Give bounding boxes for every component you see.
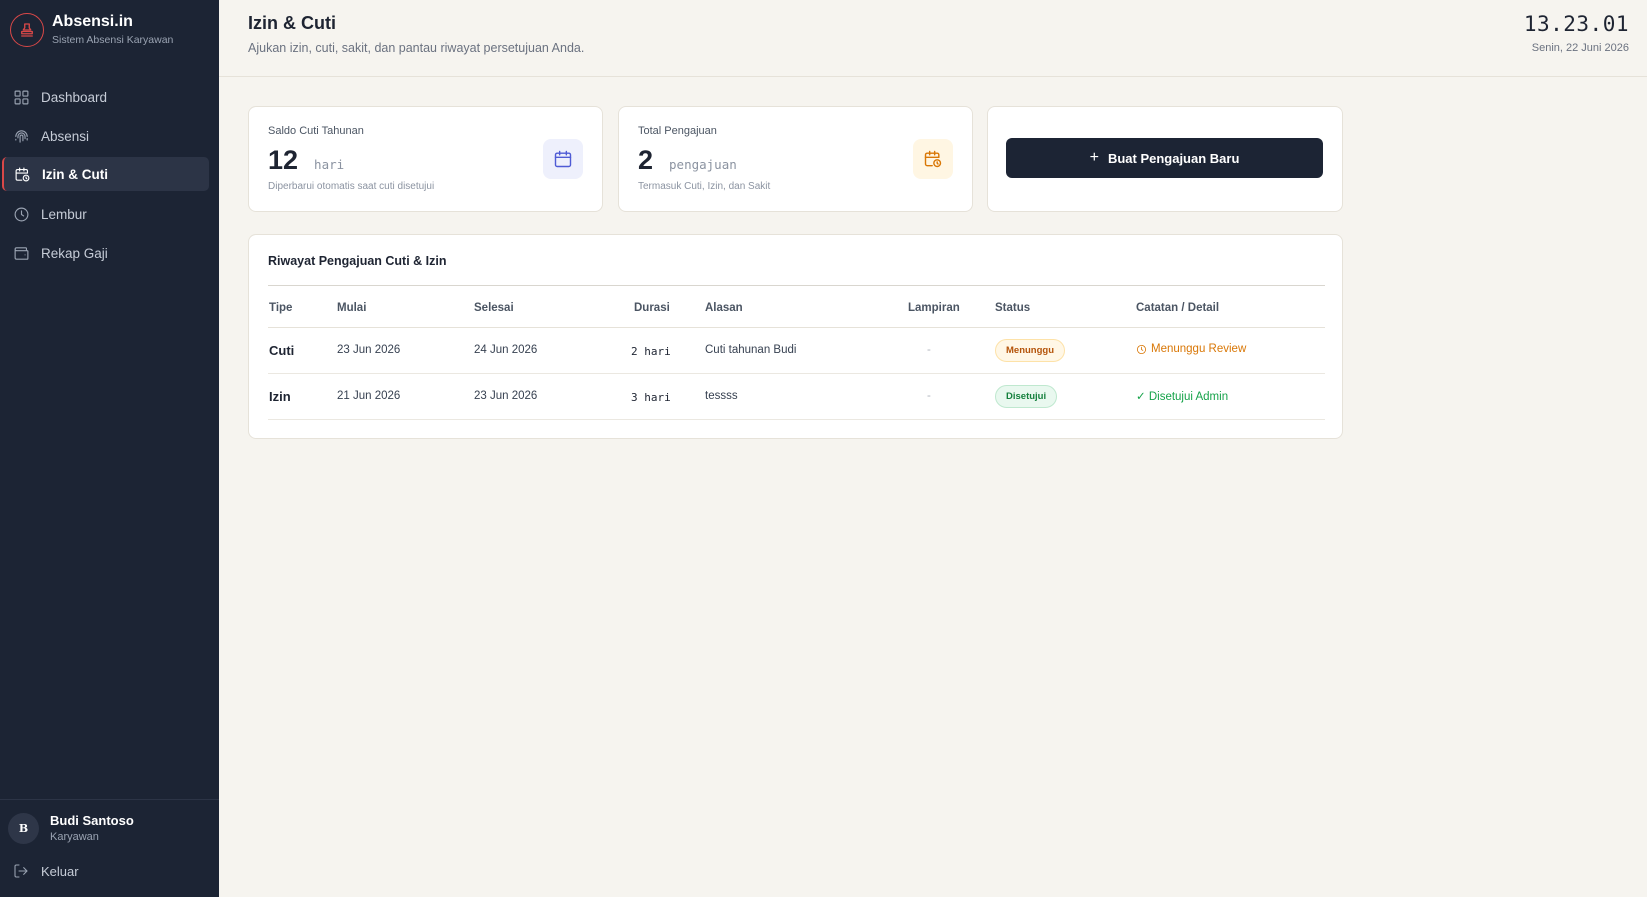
note-text: Menunggu Review: [1151, 343, 1247, 355]
sidebar-item-label: Izin & Cuti: [42, 166, 108, 182]
logout-label: Keluar: [41, 863, 79, 879]
card-note: Diperbarui otomatis saat cuti disetujui: [268, 181, 435, 192]
calendar-clock-icon: [913, 139, 953, 179]
calendar-icon: [543, 139, 583, 179]
status-badge: Menunggu: [995, 339, 1066, 362]
column-header-status: Status: [995, 302, 1031, 314]
clock: 13.23.01: [1523, 12, 1629, 36]
grid-icon: [14, 90, 29, 104]
leave-balance-value: 12: [268, 145, 299, 175]
table-row[interactable]: Izin 21 Jun 2026 23 Jun 2026 3 hari tess…: [268, 374, 1325, 420]
avatar: B: [8, 813, 39, 844]
column-header-alasan: Alasan: [705, 302, 743, 314]
cell-lampiran: -: [927, 390, 931, 402]
column-header-catatan: Catatan / Detail: [1136, 302, 1220, 314]
brand-name: Absensi.in: [52, 13, 133, 30]
brand-subtitle: Sistem Absensi Karyawan: [52, 34, 174, 46]
cell-alasan: tessss: [705, 390, 738, 402]
plus-icon: +: [1089, 149, 1099, 166]
brand[interactable]: Absensi.in Sistem Absensi Karyawan: [10, 12, 173, 47]
total-requests-card: Total Pengajuan 2 pengajuan Termasuk Cut…: [618, 106, 973, 212]
card-label: Saldo Cuti Tahunan: [268, 125, 364, 137]
new-request-button[interactable]: + Buat Pengajuan Baru: [1006, 138, 1323, 178]
cell-mulai: 21 Jun 2026: [337, 390, 401, 402]
sidebar-item-lembur[interactable]: Lembur: [2, 197, 209, 231]
sidebar-item-absensi[interactable]: Absensi: [2, 119, 209, 153]
clock-icon: [14, 207, 29, 221]
status-badge: Disetujui: [995, 385, 1058, 408]
card-note: Termasuk Cuti, Izin, dan Sakit: [638, 181, 771, 192]
cell-mulai: 23 Jun 2026: [337, 344, 401, 356]
sidebar-item-label: Absensi: [41, 128, 90, 144]
clock-icon: [1136, 344, 1147, 354]
column-header-lampiran: Lampiran: [908, 302, 960, 314]
logout-button[interactable]: Keluar: [13, 863, 79, 879]
divider: [268, 285, 1325, 286]
leave-balance-unit: hari: [314, 157, 345, 172]
sidebar-item-label: Lembur: [41, 206, 87, 222]
sidebar-item-rekap-gaji[interactable]: Rekap Gaji: [2, 236, 209, 270]
page-title: Izin & Cuti: [248, 13, 336, 33]
fingerprint-icon: [15, 129, 28, 143]
column-header-tipe: Tipe: [269, 302, 293, 314]
cell-tipe: Cuti: [269, 343, 295, 358]
logout-icon: [14, 864, 28, 878]
table-row[interactable]: Cuti 23 Jun 2026 24 Jun 2026 2 hari Cuti…: [268, 328, 1325, 374]
sidebar-item-izin-cuti[interactable]: Izin & Cuti: [2, 157, 209, 191]
cell-durasi: 2 hari: [631, 345, 671, 358]
card-label: Total Pengajuan: [638, 125, 717, 137]
leave-history-table: Riwayat Pengajuan Cuti & Izin Tipe Mulai…: [248, 234, 1343, 439]
cell-alasan: Cuti tahunan Budi: [705, 344, 797, 356]
new-request-label: Buat Pengajuan Baru: [1107, 150, 1240, 166]
page-header: Izin & Cuti Ajukan izin, cuti, sakit, da…: [219, 0, 1647, 77]
calendar-clock-icon: [15, 167, 30, 181]
sidebar-divider: [0, 799, 219, 800]
new-request-card: + Buat Pengajuan Baru: [987, 106, 1343, 212]
cell-tipe: Izin: [269, 389, 291, 404]
note-text: ✓ Disetujui Admin: [1136, 391, 1229, 403]
stamp-icon: [10, 12, 44, 47]
wallet-icon: [14, 246, 29, 260]
user-name: Budi Santoso: [50, 813, 134, 828]
cell-catatan: Menunggu Review: [1136, 343, 1246, 355]
leave-balance-card: Saldo Cuti Tahunan 12 hari Diperbarui ot…: [248, 106, 603, 212]
user-role: Karyawan: [50, 831, 99, 843]
page-subtitle: Ajukan izin, cuti, sakit, dan pantau riw…: [248, 41, 585, 55]
sidebar-item-dashboard[interactable]: Dashboard: [2, 80, 209, 114]
current-date: Senin, 22 Juni 2026: [1531, 42, 1629, 54]
sidebar: Absensi.in Sistem Absensi Karyawan Dashb…: [0, 0, 219, 897]
cell-lampiran: -: [927, 344, 931, 356]
column-header-durasi: Durasi: [634, 302, 670, 314]
cell-selesai: 24 Jun 2026: [474, 344, 538, 356]
total-requests-unit: pengajuan: [669, 157, 737, 172]
cell-catatan: ✓ Disetujui Admin: [1136, 389, 1228, 403]
sidebar-item-label: Dashboard: [41, 89, 108, 105]
cell-selesai: 23 Jun 2026: [474, 390, 538, 402]
table-title: Riwayat Pengajuan Cuti & Izin: [268, 254, 447, 268]
total-requests-value: 2: [638, 145, 654, 175]
user-profile[interactable]: B Budi Santoso Karyawan: [8, 813, 134, 844]
sidebar-item-label: Rekap Gaji: [41, 245, 108, 261]
cell-durasi: 3 hari: [631, 391, 671, 404]
column-header-mulai: Mulai: [337, 302, 367, 314]
column-header-selesai: Selesai: [474, 302, 514, 314]
